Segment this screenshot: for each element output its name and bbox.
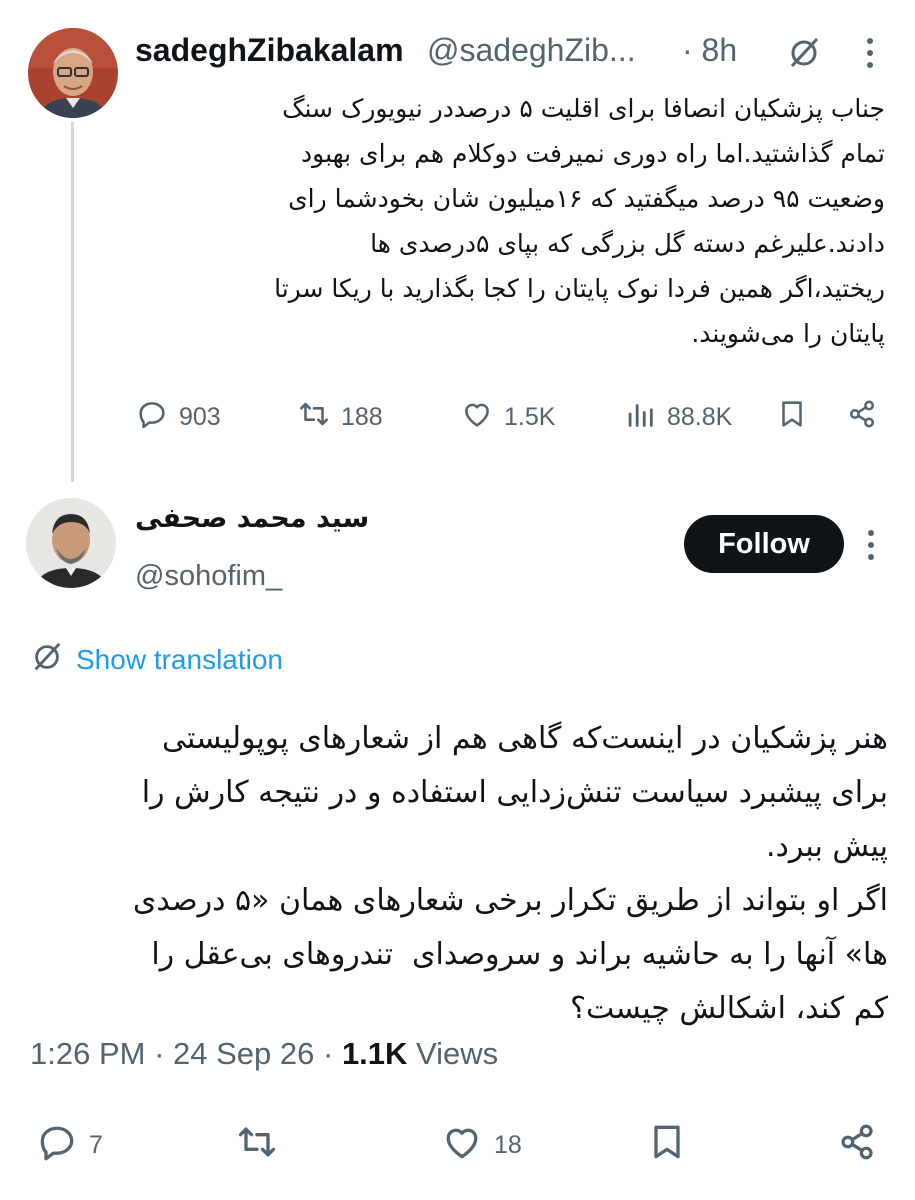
reply-count: 903 (179, 402, 221, 431)
share-icon (835, 1120, 879, 1171)
bookmark-button[interactable] (645, 1115, 689, 1175)
views-button[interactable]: 88.8K (623, 392, 732, 442)
like-icon (460, 397, 494, 438)
like-button[interactable]: 1.5K (460, 392, 555, 442)
follow-button[interactable]: Follow (684, 515, 844, 573)
like-count: 18 (494, 1130, 522, 1159)
bookmark-icon (645, 1120, 689, 1171)
reply-count: 7 (89, 1130, 103, 1159)
bookmark-icon (775, 397, 809, 438)
translate-icon (30, 640, 64, 681)
tweet1-display-name[interactable]: sadeghZibakalam (135, 32, 404, 69)
tweet2-actions: 7 18 (30, 1115, 890, 1175)
tweet2-meta: 1:26 PM · 24 Sep 26 · 1.1K Views (30, 1036, 498, 1072)
avatar-sadeghzibakalam[interactable] (28, 28, 118, 118)
avatar-sohofim[interactable] (26, 498, 116, 588)
tweet2-text: هنر پزشکیان در اینست‌که گاهی هم از شعاره… (132, 721, 888, 1026)
like-button[interactable]: 18 (440, 1115, 522, 1175)
tweet1-handle[interactable]: @sadeghZib... (427, 32, 636, 69)
like-count: 1.5K (504, 402, 556, 431)
thread-line (71, 122, 74, 482)
repost-count: 188 (341, 402, 383, 431)
tweet2-handle[interactable]: @sohofim_ (135, 560, 282, 593)
tweet1-text: جناب پزشکیان انصافا برای اقلیت ۵ درصددر … (274, 94, 885, 348)
repost-icon (235, 1120, 279, 1171)
share-icon (845, 397, 879, 438)
bookmark-button[interactable] (775, 392, 809, 442)
tweet2-time[interactable]: 1:26 PM (30, 1036, 145, 1071)
grok-slash-icon[interactable] (784, 33, 824, 73)
tweet1-actions: 903 188 1.5K 88.8K (130, 392, 890, 442)
reply-button[interactable]: 903 (135, 392, 221, 442)
repost-icon (297, 397, 331, 438)
show-translation-label: Show translation (76, 644, 284, 675)
tweet2-date[interactable]: 24 Sep 26 (173, 1036, 314, 1071)
repost-button[interactable] (235, 1115, 279, 1175)
reply-icon (35, 1120, 79, 1171)
tweet1-time[interactable]: · 8h (682, 32, 737, 69)
views-icon (623, 397, 657, 438)
tweet2-views-label: Views (416, 1036, 499, 1071)
meta-separator: · (154, 1036, 174, 1071)
share-button[interactable] (845, 392, 879, 442)
more-icon[interactable] (855, 33, 885, 73)
tweet2-views-count: 1.1K (341, 1036, 408, 1071)
show-translation-link[interactable]: Show translation (30, 640, 283, 680)
tweet2-display-name[interactable]: سید محمد صحفی (135, 503, 369, 534)
more-icon[interactable] (858, 525, 884, 565)
reply-icon (135, 397, 169, 438)
like-icon (440, 1120, 484, 1171)
views-count: 88.8K (667, 402, 733, 431)
reply-button[interactable]: 7 (35, 1115, 103, 1175)
share-button[interactable] (835, 1115, 879, 1175)
repost-button[interactable]: 188 (297, 392, 383, 442)
meta-separator: · (323, 1036, 342, 1071)
